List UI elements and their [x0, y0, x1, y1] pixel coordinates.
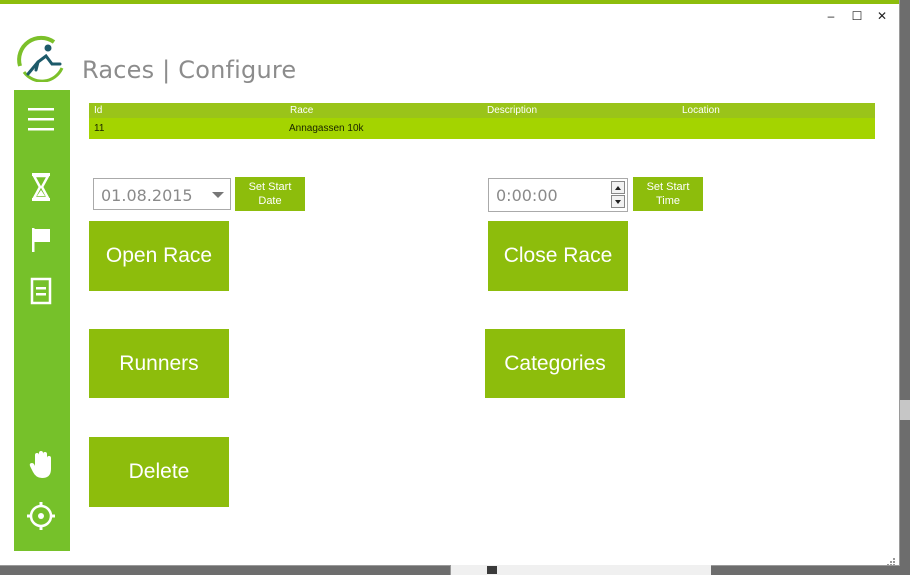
races-grid-header: Id Race Description Location: [89, 103, 875, 118]
close-race-button[interactable]: Close Race: [488, 221, 628, 291]
minimize-button[interactable]: –: [820, 8, 842, 24]
page-title: Races | Configure: [82, 56, 297, 84]
app-window: – ☐ ✕ Races | Configure Id Race Descript…: [0, 0, 900, 566]
delete-button[interactable]: Delete: [89, 437, 229, 507]
app-logo: [14, 34, 70, 83]
cell-id: 11: [94, 123, 105, 134]
column-header-description[interactable]: Description: [487, 103, 537, 118]
column-header-location[interactable]: Location: [682, 103, 720, 118]
start-date-value: 01.08.2015: [101, 186, 193, 205]
background-scrollbar-thumb: [900, 400, 910, 420]
cell-race: Annagassen 10k: [289, 123, 364, 134]
window-accent-bar: [0, 0, 899, 4]
hourglass-icon[interactable]: [26, 172, 56, 202]
maximize-button[interactable]: ☐: [846, 8, 868, 24]
set-start-date-label: Set Start Date: [248, 181, 292, 207]
spin-up-icon[interactable]: [611, 181, 625, 194]
flag-icon[interactable]: [26, 225, 56, 255]
set-start-date-button[interactable]: Set Start Date: [235, 177, 305, 211]
settings-icon[interactable]: [26, 501, 56, 531]
menu-icon[interactable]: [26, 104, 56, 134]
start-date-picker[interactable]: 01.08.2015: [93, 178, 231, 210]
start-time-value: 0:00:00: [496, 186, 558, 205]
runners-button[interactable]: Runners: [89, 329, 229, 398]
hand-icon[interactable]: [26, 450, 56, 480]
start-time-field[interactable]: 0:00:00: [488, 178, 628, 212]
categories-button[interactable]: Categories: [485, 329, 625, 398]
column-header-race[interactable]: Race: [290, 103, 313, 118]
list-icon[interactable]: [26, 276, 56, 306]
spin-down-icon[interactable]: [611, 195, 625, 208]
column-header-id[interactable]: Id: [94, 103, 102, 118]
sidebar: [14, 90, 70, 551]
set-start-time-button[interactable]: Set Start Time: [633, 177, 703, 211]
background-window-strip: [450, 565, 711, 575]
close-button[interactable]: ✕: [871, 8, 893, 24]
resize-grip-icon[interactable]: [884, 554, 896, 566]
set-start-time-label: Set Start Time: [646, 181, 690, 207]
table-row[interactable]: 11 Annagassen 10k: [89, 118, 875, 139]
open-race-button[interactable]: Open Race: [89, 221, 229, 291]
background-window-icon: [487, 566, 497, 574]
chevron-down-icon[interactable]: [212, 192, 224, 198]
